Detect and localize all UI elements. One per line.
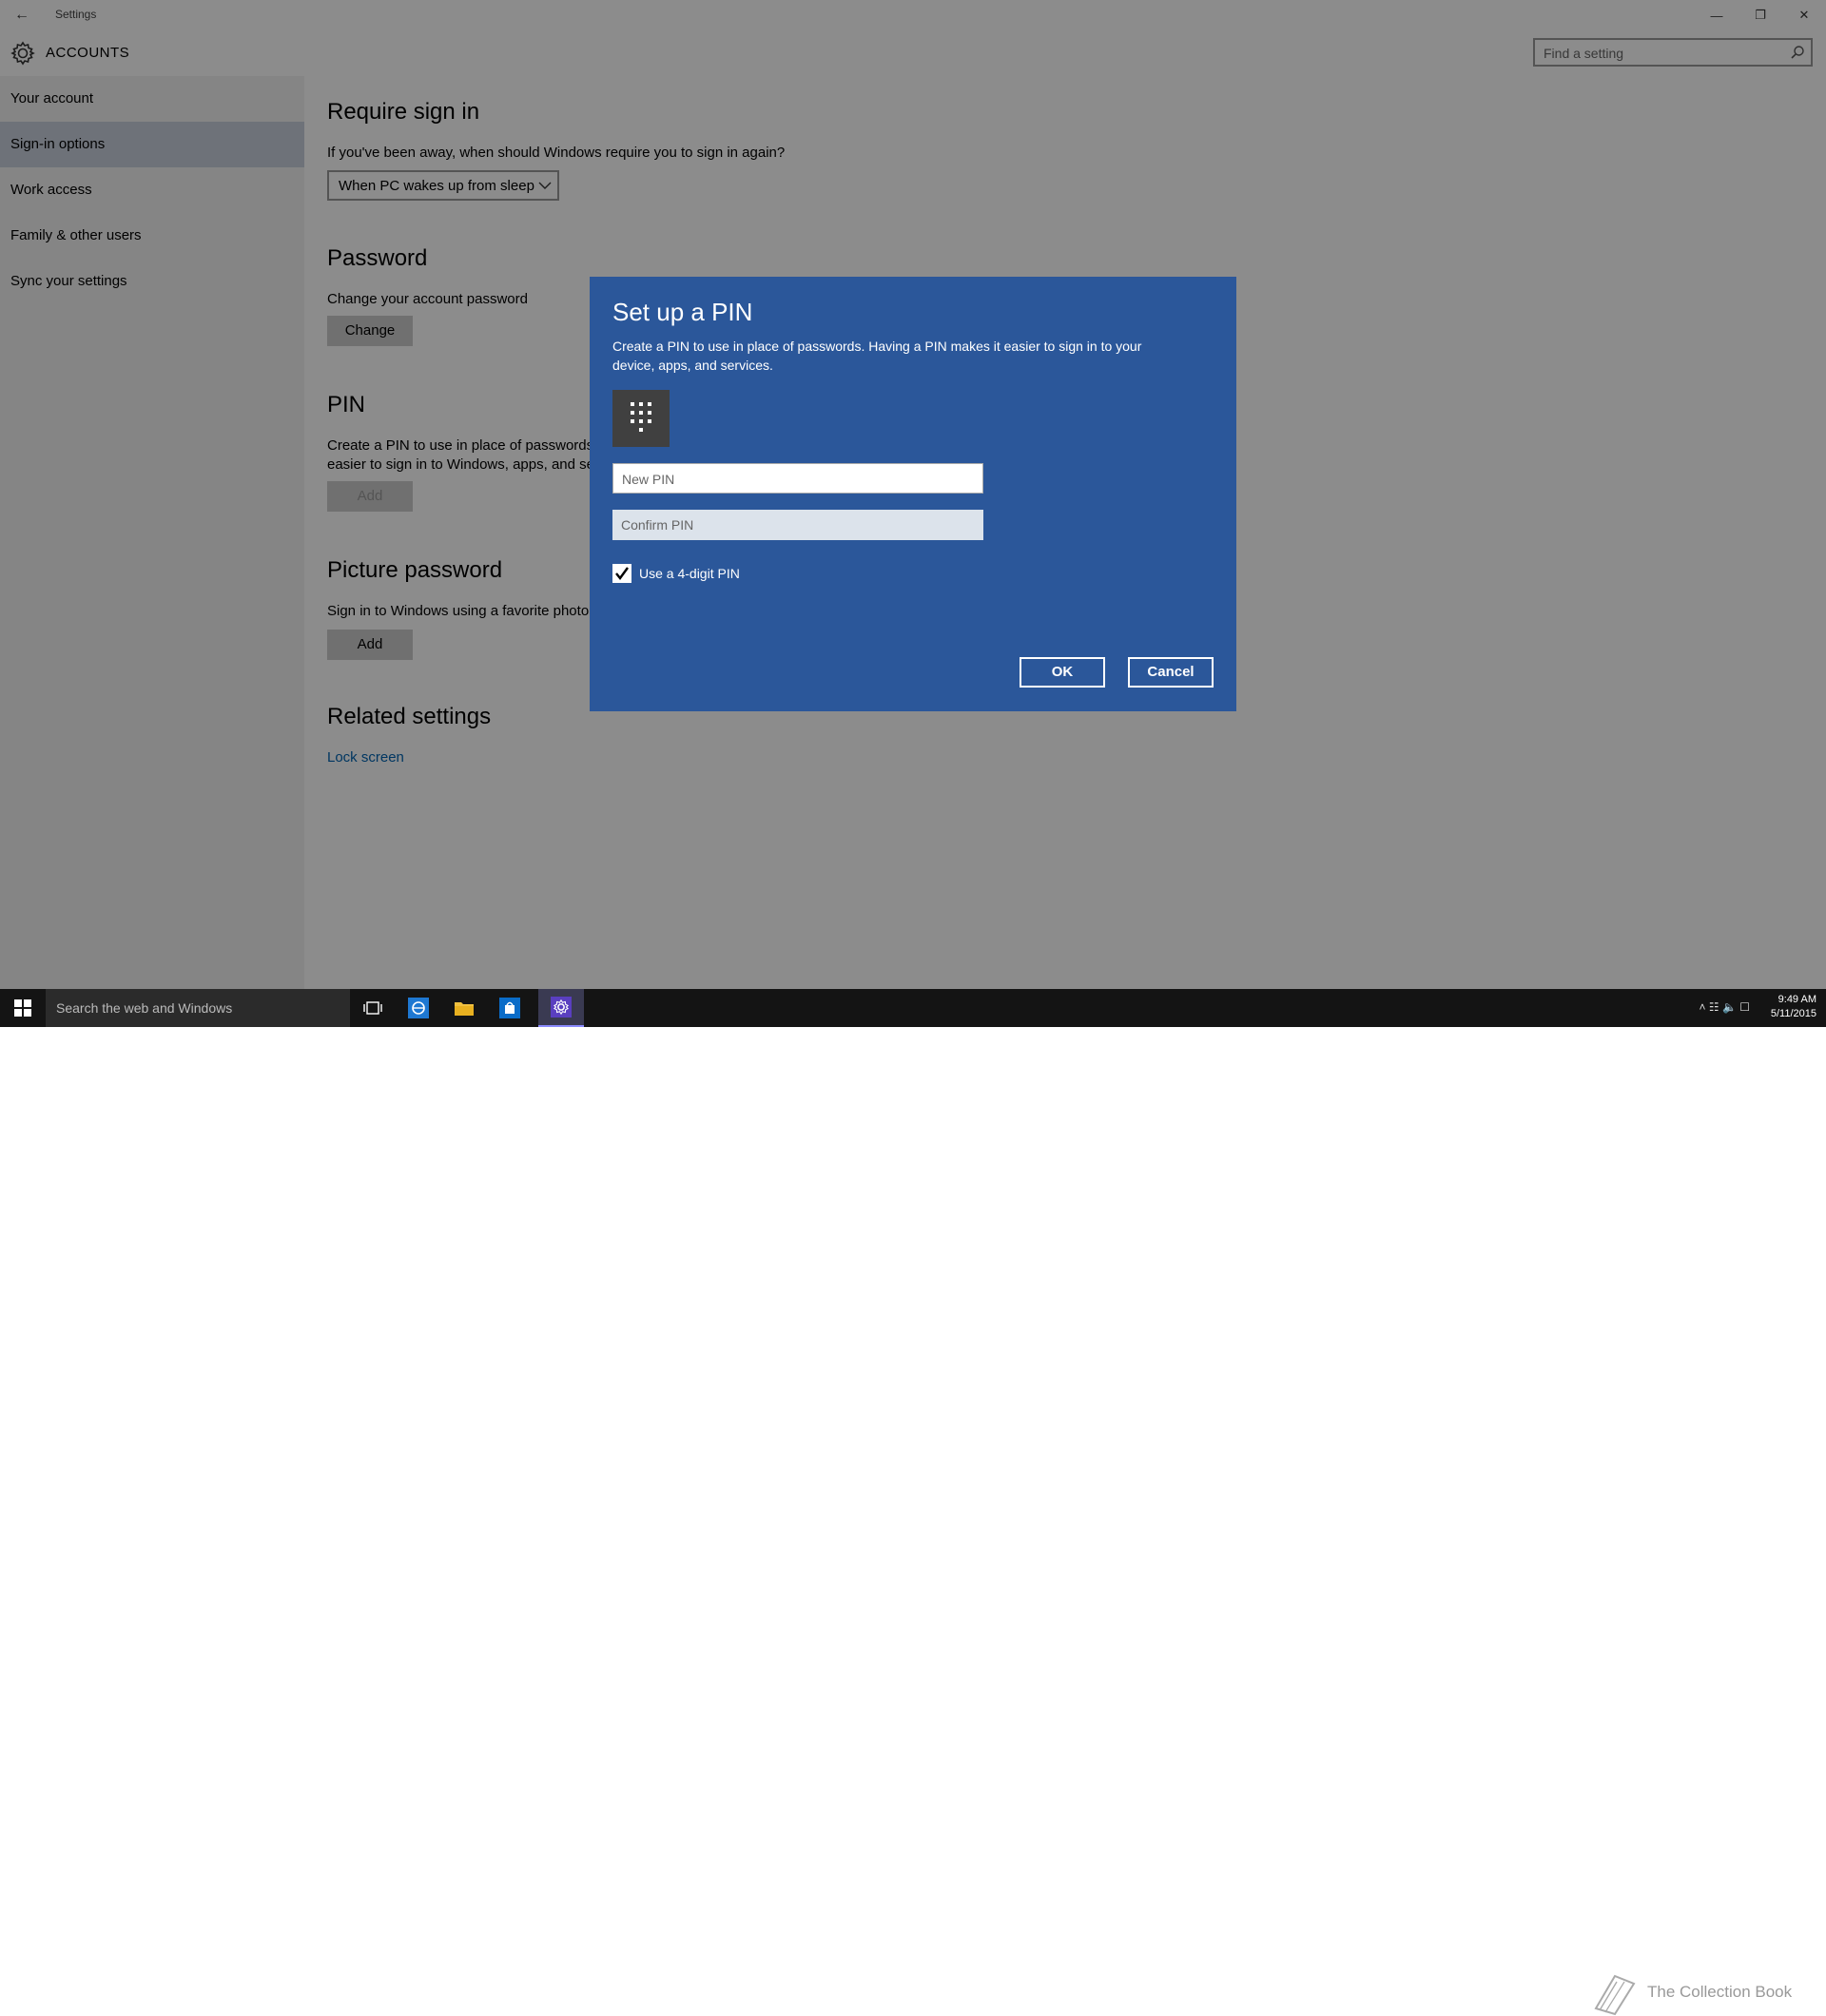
task-view-icon	[363, 1001, 382, 1015]
file-explorer-button[interactable]	[441, 989, 487, 1027]
clock-date: 5/11/2015	[1770, 1008, 1816, 1019]
taskbar-search[interactable]: Search the web and Windows	[46, 989, 350, 1027]
edge-icon	[408, 998, 429, 1018]
checkmark-icon	[615, 567, 629, 580]
ok-button[interactable]: OK	[1020, 657, 1105, 688]
four-digit-pin-checkbox[interactable]	[612, 564, 631, 583]
edge-button[interactable]	[396, 989, 441, 1027]
book-logo-icon	[1594, 1974, 1636, 2016]
task-view-button[interactable]	[350, 989, 396, 1027]
system-tray: ˄ ☷ 🔈 ☐	[1699, 1000, 1750, 1014]
clock-time: 9:49 AM	[1777, 994, 1816, 1005]
taskbar: Search the web and Windows The Collectio…	[0, 989, 1826, 2016]
store-icon	[499, 998, 520, 1018]
dialog-description: Create a PIN to use in place of password…	[612, 339, 1142, 373]
watermark: The Collection Book	[1586, 1970, 1796, 2016]
windows-logo-icon	[14, 999, 31, 1017]
dialog-title: Set up a PIN	[612, 298, 753, 326]
taskbar-search-text: Search the web and Windows	[56, 1000, 233, 1016]
keypad-icon	[612, 390, 670, 447]
start-button[interactable]	[0, 989, 46, 1027]
volume-icon[interactable]: 🔈	[1722, 1000, 1737, 1014]
settings-icon	[551, 997, 572, 1018]
network-icon[interactable]: ☷	[1709, 1000, 1719, 1014]
chevron-up-icon[interactable]: ˄	[1699, 1000, 1705, 1014]
cancel-button[interactable]: Cancel	[1128, 657, 1214, 688]
set-up-pin-dialog: Set up a PIN Create a PIN to use in plac…	[590, 277, 1236, 711]
four-digit-pin-label: Use a 4-digit PIN	[639, 566, 740, 581]
confirm-pin-input[interactable]: Confirm PIN	[612, 510, 983, 540]
settings-taskbar-button[interactable]	[538, 989, 584, 1027]
file-explorer-icon	[455, 1002, 474, 1016]
new-pin-input[interactable]: New PIN	[612, 463, 983, 494]
store-button[interactable]	[487, 989, 533, 1027]
clock[interactable]: 9:49 AM 5/11/2015	[1771, 993, 1816, 1021]
watermark-text: The Collection Book	[1647, 1983, 1793, 2001]
action-center-icon[interactable]: ☐	[1739, 1000, 1750, 1014]
